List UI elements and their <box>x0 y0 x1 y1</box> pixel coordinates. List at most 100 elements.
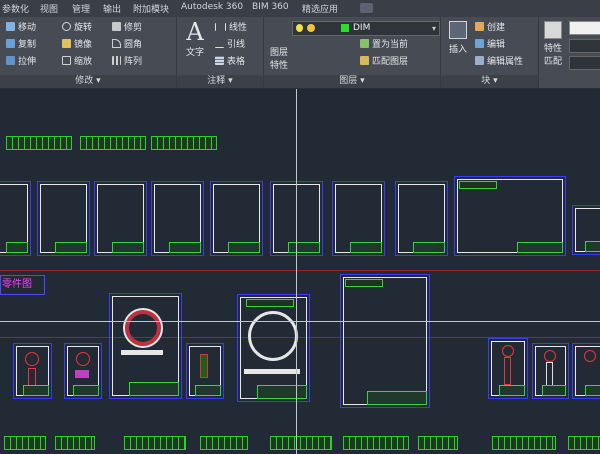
stretch-button[interactable]: 拉伸 <box>6 56 36 69</box>
flange-circle <box>123 308 163 348</box>
table-button[interactable]: 表格 <box>215 56 245 69</box>
layer-properties-line2: 特性 <box>269 61 288 71</box>
ring-section <box>244 369 300 374</box>
drawing-sheet <box>395 181 448 256</box>
flange-section <box>121 350 163 355</box>
part-drawing-label: 零件图 <box>0 275 45 295</box>
match-properties-line2: 匹配 <box>543 57 562 67</box>
part-circle <box>544 350 556 362</box>
part-body <box>200 354 208 378</box>
ribbon: 移动 旋转 修剪 复制 镜像 圆角 拉伸 缩放 阵列 修改 ▾ A 文字 线性 … <box>0 17 600 89</box>
match-layer-button[interactable]: 匹配图层 <box>360 56 408 69</box>
tab-addins[interactable]: 附加模块 <box>133 2 169 15</box>
layer-properties-line1: 图层 <box>269 48 288 58</box>
ring-circle <box>248 311 298 361</box>
match-properties-button[interactable]: 特性 匹配 <box>541 21 565 67</box>
drawing-sheet <box>572 205 600 255</box>
title-block-strip <box>6 136 72 150</box>
color-swatch-icon[interactable] <box>569 21 600 35</box>
part-circle <box>584 350 596 362</box>
edit-attributes-icon <box>475 56 484 65</box>
block-panel-title[interactable]: 块 ▾ <box>441 75 538 88</box>
part-circle <box>502 345 514 357</box>
edit-block-icon <box>475 39 484 48</box>
tab-bim-360[interactable]: BIM 360 <box>252 2 289 12</box>
copy-label: 复制 <box>18 40 37 50</box>
part-drawing-sheet <box>237 294 310 402</box>
sun-icon <box>307 24 315 32</box>
drawing-canvas[interactable]: 零件图 <box>0 89 600 454</box>
title-block-strip <box>343 436 409 450</box>
layer-properties-button[interactable]: 图层 特性 <box>266 45 292 71</box>
annotation-panel-title[interactable]: 注释 ▾ <box>177 75 263 88</box>
text-label: 文字 <box>185 48 204 58</box>
part-drawing-sheet <box>186 343 224 399</box>
part-drawing-sheet <box>64 343 102 399</box>
move-label: 移动 <box>18 23 37 33</box>
chevron-down-icon: ▾ <box>431 24 436 33</box>
tab-view[interactable]: 视图 <box>40 2 58 15</box>
array-button[interactable]: 阵列 <box>112 56 142 69</box>
layer-dropdown[interactable]: DIM ▾ <box>292 21 440 36</box>
drawing-sheet <box>340 274 430 408</box>
tab-manage[interactable]: 管理 <box>72 2 90 15</box>
array-label: 阵列 <box>124 57 143 67</box>
part-drawing-sheet <box>572 343 600 399</box>
tab-featured-apps[interactable]: 精选应用 <box>302 2 338 15</box>
title-block-strip <box>4 436 46 450</box>
mirror-button[interactable]: 镜像 <box>62 39 92 52</box>
copy-icon <box>6 39 15 48</box>
text-button[interactable]: A 文字 <box>182 19 208 58</box>
leader-icon <box>215 42 224 48</box>
lineweight-dropdown[interactable] <box>569 56 600 70</box>
leader-button[interactable]: 引线 <box>215 39 245 52</box>
insert-icon <box>449 21 467 39</box>
set-current-icon <box>360 39 369 48</box>
title-block-strip <box>270 436 332 450</box>
part-circle <box>25 352 39 366</box>
part-body <box>28 368 36 386</box>
ribbon-tab-bar: 参数化 视图 管理 输出 附加模块 Autodesk 360 BIM 360 精… <box>0 0 600 17</box>
scale-icon <box>62 56 71 65</box>
crosshair-vertical <box>296 89 297 454</box>
crosshair-horizontal <box>0 321 600 322</box>
tab-output[interactable]: 输出 <box>103 2 121 15</box>
annotation-title-text: 注释 <box>207 76 226 86</box>
linetype-dropdown[interactable] <box>569 39 600 53</box>
create-label: 创建 <box>487 23 506 33</box>
edit-label: 编辑 <box>487 40 506 50</box>
linear-dim-button[interactable]: 线性 <box>215 22 247 35</box>
trim-button[interactable]: 修剪 <box>112 22 142 35</box>
title-block-strip <box>418 436 458 450</box>
ribbon-toggle-icon[interactable] <box>360 3 373 13</box>
modify-panel-title[interactable]: 修改 ▾ <box>0 75 176 88</box>
create-block-button[interactable]: 创建 <box>475 22 505 35</box>
fillet-button[interactable]: 圆角 <box>112 39 142 52</box>
set-current-button[interactable]: 置为当前 <box>360 39 408 52</box>
match-layer-label: 匹配图层 <box>372 57 409 67</box>
trim-icon <box>112 22 121 31</box>
title-block-strip <box>492 436 556 450</box>
scale-button[interactable]: 缩放 <box>62 56 92 69</box>
modify-title-text: 修改 <box>75 76 94 86</box>
drawing-sheet <box>332 181 385 256</box>
array-icon <box>112 56 121 65</box>
insert-block-button[interactable]: 插入 <box>444 21 472 55</box>
modify-panel: 移动 旋转 修剪 复制 镜像 圆角 拉伸 缩放 阵列 修改 ▾ <box>0 17 177 88</box>
edit-block-button[interactable]: 编辑 <box>475 39 505 52</box>
layers-panel: 图层 特性 DIM ▾ 置为当前 匹配图层 图层 ▾ <box>264 17 441 88</box>
insert-label: 插入 <box>448 45 467 55</box>
layers-panel-title[interactable]: 图层 ▾ <box>264 75 440 88</box>
text-a-icon: A <box>186 18 204 46</box>
mirror-label: 镜像 <box>74 40 93 50</box>
rotate-label: 旋转 <box>74 23 93 33</box>
tab-autodesk-360[interactable]: Autodesk 360 <box>181 2 243 12</box>
part-shaft <box>504 357 511 385</box>
rotate-button[interactable]: 旋转 <box>62 22 92 35</box>
copy-button[interactable]: 复制 <box>6 39 36 52</box>
edit-attributes-button[interactable]: 编辑属性 <box>475 56 523 69</box>
title-block-strip <box>200 436 248 450</box>
move-button[interactable]: 移动 <box>6 22 36 35</box>
table-label: 表格 <box>227 57 246 67</box>
tab-parametric[interactable]: 参数化 <box>2 2 29 15</box>
